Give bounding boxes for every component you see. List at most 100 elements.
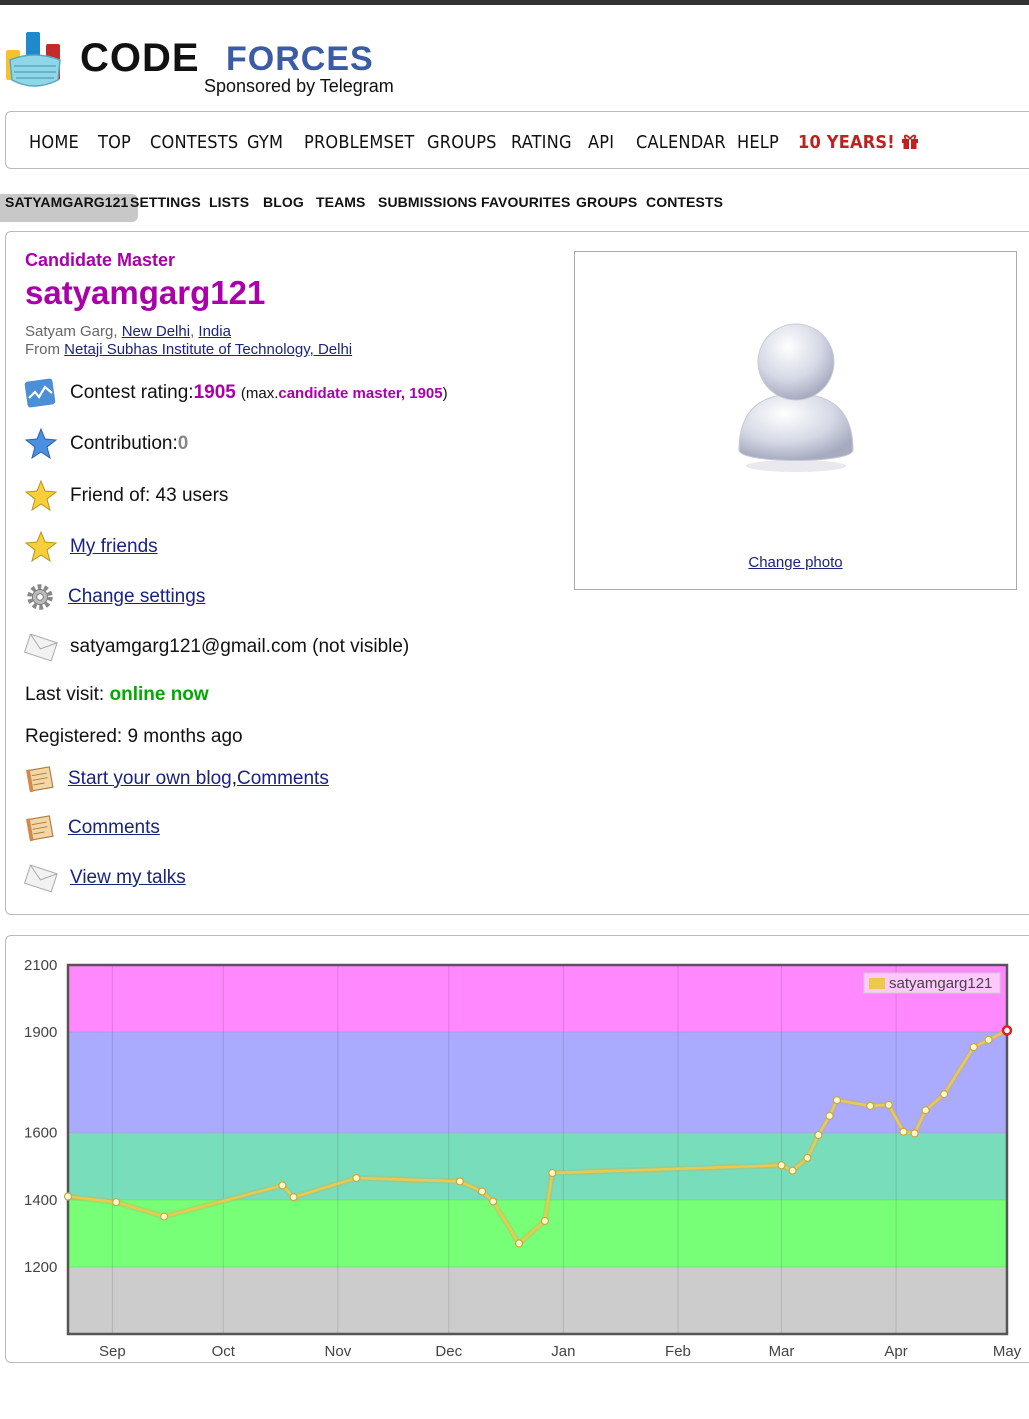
- x-tick-label-8: May: [993, 1343, 1022, 1360]
- codeforces-logo[interactable]: CODE FORCES Sponsored by Telegram: [4, 28, 424, 100]
- my-friends-row: My friends: [24, 529, 158, 565]
- data-point-19: [884, 1100, 893, 1109]
- menu-rating[interactable]: RATING: [511, 132, 572, 153]
- start-blog-link[interactable]: Start your own blog: [68, 768, 232, 790]
- menu-top[interactable]: TOP: [98, 132, 131, 153]
- gold-star-icon: [24, 479, 58, 512]
- submenu-contests[interactable]: CONTESTS: [646, 194, 723, 222]
- data-point-8: [489, 1197, 498, 1206]
- menu-contests[interactable]: CONTESTS: [150, 132, 238, 153]
- submenu-teams[interactable]: TEAMS: [316, 194, 366, 222]
- last-visit: Last visit: online now: [25, 684, 209, 706]
- data-point-4: [289, 1193, 298, 1202]
- x-tick-label-5: Feb: [665, 1343, 691, 1360]
- rating-band-0: [68, 1266, 1007, 1334]
- y-tick-label-1: 1400: [24, 1192, 57, 1209]
- view-talks-link[interactable]: View my talks: [70, 867, 186, 889]
- registered: Registered: 9 months ago: [25, 726, 243, 747]
- my-friends-link[interactable]: My friends: [70, 536, 158, 558]
- envelope-icon: [24, 633, 58, 662]
- submenu-lists[interactable]: LISTS: [209, 194, 249, 222]
- talks-row: View my talks: [24, 860, 186, 896]
- email-row: satyamgarg121@gmail.com (not visible): [24, 629, 409, 665]
- submenu-favourites[interactable]: FAVOURITES: [481, 194, 570, 222]
- data-point-9: [514, 1239, 524, 1248]
- menu-api[interactable]: API: [588, 132, 614, 153]
- data-point-21: [910, 1129, 919, 1138]
- data-point-23: [940, 1090, 949, 1099]
- country-link[interactable]: India: [198, 323, 231, 340]
- submenu-blog[interactable]: BLOG: [263, 194, 304, 222]
- organization-link[interactable]: Netaji Subhas Institute of Technology, D…: [64, 341, 352, 358]
- x-tick-label-2: Nov: [325, 1343, 352, 1360]
- data-point-20: [899, 1127, 908, 1136]
- menu-10-years-label: 10 YEARS!: [798, 132, 895, 153]
- user-location: Satyam Garg, New Delhi, India: [25, 323, 231, 340]
- data-point-0: [63, 1192, 73, 1201]
- data-point-22: [921, 1106, 930, 1115]
- x-tick-label-3: Dec: [435, 1343, 462, 1360]
- menu-calendar[interactable]: CALENDAR: [636, 132, 726, 153]
- data-point-12: [777, 1161, 786, 1170]
- y-tick-label-3: 1900: [24, 1024, 57, 1041]
- data-point-18: [866, 1101, 875, 1110]
- rating-chart: 1200 1400 1600 1900 2100 Sep Oct Nov Dec Jan Feb Ma…: [24, 957, 1022, 1360]
- submenu-settings[interactable]: SETTINGS: [130, 194, 201, 222]
- rating-label: Contest rating:: [70, 382, 194, 403]
- last-visit-value: online now: [109, 684, 209, 705]
- friend-of-text: Friend of: 43 users: [70, 485, 229, 506]
- rating-value: 1905: [193, 382, 236, 403]
- data-point-15: [814, 1130, 823, 1140]
- gift-icon: [901, 134, 918, 149]
- user-info-panel: Candidate Master satyamgarg121 Satyam Ga…: [5, 231, 1029, 915]
- user-rank: Candidate Master: [25, 250, 176, 270]
- menu-10-years[interactable]: 10 YEARS!: [798, 132, 919, 153]
- data-point-14: [803, 1153, 812, 1162]
- menu-home[interactable]: HOME: [29, 132, 79, 153]
- x-tick-label-0: Sep: [99, 1343, 126, 1360]
- blog-comments-link[interactable]: Comments: [237, 768, 329, 790]
- max-rating-value: candidate master, 1905: [278, 384, 443, 402]
- data-point-1: [111, 1198, 121, 1207]
- comments-link[interactable]: Comments: [68, 817, 160, 839]
- email-text: satyamgarg121@gmail.com (not visible): [70, 636, 410, 657]
- legend-label: satyamgarg121: [889, 975, 992, 992]
- submenu-profile[interactable]: SATYAMGARG121: [0, 194, 139, 222]
- logo-forces-text: FORCES: [226, 40, 374, 78]
- city-link[interactable]: New Delhi: [122, 323, 190, 340]
- notebook-icon: [25, 766, 54, 793]
- menu-gym[interactable]: GYM: [247, 132, 283, 153]
- logo-bars-icon: [6, 32, 61, 87]
- friend-of-row: Friend of: 43 users: [24, 478, 228, 514]
- rating-chart-icon: [24, 378, 56, 408]
- data-point-16: [825, 1111, 834, 1121]
- menu-groups[interactable]: GROUPS: [427, 132, 497, 153]
- menu-problemset[interactable]: PROBLEMSET: [304, 132, 415, 153]
- contribution-value: 0: [177, 433, 189, 454]
- x-tick-label-1: Oct: [212, 1343, 236, 1360]
- change-settings-link[interactable]: Change settings: [68, 586, 205, 608]
- contribution-row: Contribution: 0: [24, 426, 188, 462]
- submenu-groups[interactable]: GROUPS: [576, 194, 637, 222]
- contribution-label: Contribution:: [70, 433, 178, 454]
- gear-icon: [27, 584, 53, 610]
- y-tick-label-2: 1600: [24, 1125, 57, 1142]
- x-tick-label-7: Apr: [884, 1343, 907, 1360]
- rating-band-3: [68, 1032, 1007, 1133]
- submenu-submissions[interactable]: SUBMISSIONS: [378, 194, 477, 222]
- data-point-24: [969, 1043, 978, 1052]
- notebook-icon: [25, 815, 54, 842]
- x-tick-label-4: Jan: [551, 1343, 575, 1360]
- data-point-26: [1001, 1025, 1013, 1036]
- blue-star-icon: [24, 427, 58, 460]
- data-point-2: [160, 1212, 169, 1221]
- last-visit-label: Last visit:: [25, 684, 110, 705]
- user-organization: From Netaji Subhas Institute of Technolo…: [25, 341, 352, 358]
- menu-help[interactable]: HELP: [737, 132, 779, 153]
- user-handle[interactable]: satyamgarg121: [25, 274, 265, 312]
- change-photo-link[interactable]: Change photo: [748, 554, 842, 571]
- data-point-25: [984, 1035, 993, 1044]
- data-point-11: [548, 1168, 557, 1178]
- envelope-icon: [24, 864, 58, 893]
- change-photo: Change photo: [575, 554, 1016, 571]
